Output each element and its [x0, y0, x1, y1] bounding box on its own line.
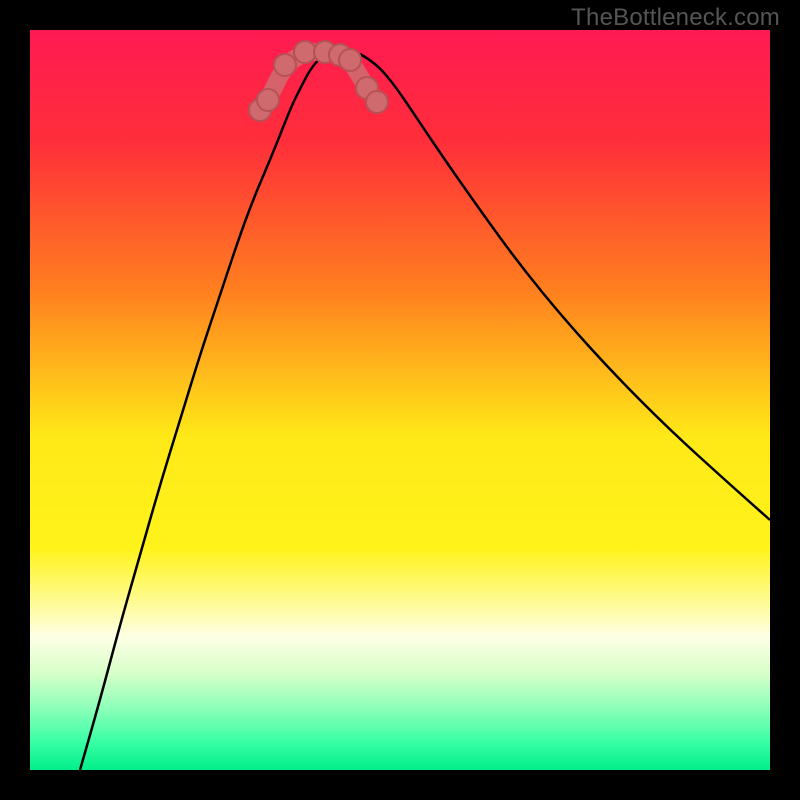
right-curve: [360, 54, 770, 520]
watermark-text: TheBottleneck.com: [571, 4, 780, 32]
curve-layer: [30, 30, 770, 770]
floor-marker-dot: [257, 89, 279, 111]
floor-marker-dot: [366, 91, 388, 113]
chart-frame: TheBottleneck.com: [0, 0, 800, 800]
left-curve: [80, 54, 325, 770]
plot-area: [30, 30, 770, 770]
floor-marker-dot: [294, 41, 316, 63]
floor-marker-dot: [274, 54, 296, 76]
floor-marker-dot: [339, 49, 361, 71]
